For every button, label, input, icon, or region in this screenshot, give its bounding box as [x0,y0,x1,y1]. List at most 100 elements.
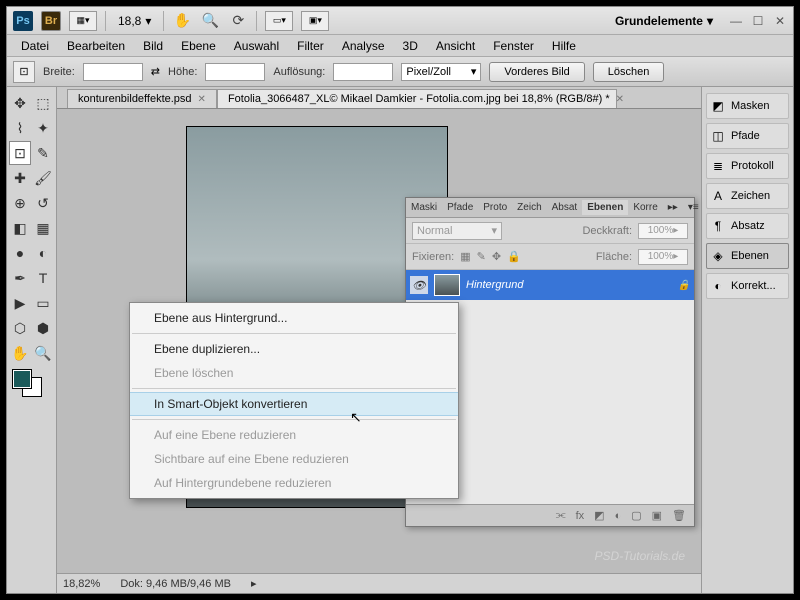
dodge-tool[interactable]: ◐ [32,241,54,265]
resolution-input[interactable] [333,63,393,81]
panel-tab[interactable]: Maski [406,200,442,215]
zoom-display[interactable]: 18,8 ▾ [114,14,155,28]
status-zoom[interactable]: 18,82% [63,578,100,590]
zoom-tool-icon[interactable]: 🔍 [200,11,220,31]
menu-fenster[interactable]: Fenster [485,37,542,55]
label-width: Breite: [43,66,75,78]
close-icon[interactable]: ✕ [198,94,206,105]
new-layer-icon[interactable]: ▣ [652,509,662,522]
crop-tool-icon[interactable]: ⊡ [13,61,35,83]
dock-pfade[interactable]: ◫Pfade [706,123,789,149]
width-input[interactable] [83,63,143,81]
hand-tool-icon[interactable]: ✋ [172,11,192,31]
fx-icon[interactable]: fx [576,510,585,522]
dock-zeichen[interactable]: AZeichen [706,183,789,209]
blend-mode-select[interactable]: Normal▾ [412,222,502,240]
menu-analyse[interactable]: Analyse [334,37,393,55]
lock-pixel-icon[interactable]: ✎ [477,250,486,263]
lock-all-icon[interactable]: 🔒 [507,250,521,263]
doc-tab-1[interactable]: konturenbildeffekte.psd✕ [67,89,217,108]
path-select-tool[interactable]: ▶ [9,291,31,315]
close-button[interactable]: ✕ [773,14,787,28]
maximize-button[interactable]: ☐ [751,14,765,28]
panel-tab[interactable]: Zeich [512,200,546,215]
panel-tab-ebenen[interactable]: Ebenen [582,200,628,215]
dock-absatz[interactable]: ¶Absatz [706,213,789,239]
menu-hilfe[interactable]: Hilfe [544,37,584,55]
layer-thumbnail[interactable] [434,274,460,296]
clear-button[interactable]: Löschen [593,62,665,82]
bridge-logo-icon[interactable]: Br [41,11,61,31]
blur-tool[interactable]: ● [9,241,31,265]
color-swatch[interactable] [9,370,54,400]
menu-filter[interactable]: Filter [289,37,332,55]
para-icon: ¶ [711,219,725,233]
screenmode-dropdown[interactable]: ▣▾ [301,11,329,31]
pen-tool[interactable]: ✒ [9,266,31,290]
heal-tool[interactable]: ✚ [9,166,31,190]
menu-datei[interactable]: Datei [13,37,57,55]
ctx-convert-smartobject[interactable]: In Smart-Objekt konvertieren [130,392,458,416]
dock-masken[interactable]: ◩Masken [706,93,789,119]
minimize-button[interactable]: — [729,14,743,28]
close-icon[interactable]: ✕ [616,94,624,105]
history-icon: ≣ [711,159,725,173]
opacity-input[interactable]: 100% ▸ [638,223,688,239]
ctx-layer-from-bg[interactable]: Ebene aus Hintergrund... [130,306,458,330]
swap-icon[interactable]: ⇄ [151,65,160,78]
lock-pos-icon[interactable]: ✥ [492,250,501,263]
trash-icon[interactable]: 🗑 [672,509,686,522]
dock-korrekt[interactable]: ◐Korrekt... [706,273,789,299]
mask-icon[interactable]: ◩ [594,509,604,522]
move-tool[interactable]: ✥ [9,91,31,115]
crop-tool[interactable]: ⊡ [9,141,31,165]
ctx-duplicate-layer[interactable]: Ebene duplizieren... [130,337,458,361]
zoom-tool[interactable]: 🔍 [32,341,54,365]
fill-input[interactable]: 100% ▸ [638,249,688,265]
group-icon[interactable]: ▢ [631,509,641,522]
menu-bild[interactable]: Bild [135,37,171,55]
dock-ebenen[interactable]: ◈Ebenen [706,243,789,269]
panel-tab[interactable]: Pfade [442,200,478,215]
doc-tab-2[interactable]: Fotolia_3066487_XL© Mikael Damkier - Fot… [217,89,617,108]
dock-protokoll[interactable]: ≣Protokoll [706,153,789,179]
rotate-view-icon[interactable]: ⟳ [228,11,248,31]
shape-tool[interactable]: ▭ [32,291,54,315]
layout-dropdown[interactable]: ▦▾ [69,11,97,31]
panel-tab[interactable]: Proto [478,200,512,215]
menubar: Datei Bearbeiten Bild Ebene Auswahl Filt… [7,35,793,57]
lasso-tool[interactable]: ⌇ [9,116,31,140]
history-brush-tool[interactable]: ↺ [32,191,54,215]
unit-select[interactable]: Pixel/Zoll▾ [401,63,481,81]
eyedropper-tool[interactable]: ✎ [32,141,54,165]
front-image-button[interactable]: Vorderes Bild [489,62,584,82]
panel-tab[interactable]: Korre [628,200,662,215]
eraser-tool[interactable]: ◧ [9,216,31,240]
3d-tool[interactable]: ⬡ [9,316,31,340]
arrange-dropdown[interactable]: ▭▾ [265,11,293,31]
panel-menu-icon[interactable]: ▾≡ [683,200,704,215]
layer-name[interactable]: Hintergrund [466,279,523,291]
lock-trans-icon[interactable]: ▦ [460,250,470,263]
visibility-icon[interactable]: 👁 [410,276,428,294]
gradient-tool[interactable]: ▦ [32,216,54,240]
hand-tool[interactable]: ✋ [9,341,31,365]
menu-bearbeiten[interactable]: Bearbeiten [59,37,133,55]
stamp-tool[interactable]: ⊕ [9,191,31,215]
menu-ansicht[interactable]: Ansicht [428,37,483,55]
wand-tool[interactable]: ✦ [32,116,54,140]
menu-3d[interactable]: 3D [395,37,426,55]
panel-scroll-icon[interactable]: ▸▸ [663,200,683,215]
menu-auswahl[interactable]: Auswahl [226,37,287,55]
3d-camera-tool[interactable]: ⬢ [32,316,54,340]
layer-row-background[interactable]: 👁 Hintergrund 🔒 [406,270,694,300]
panel-tab[interactable]: Absat [547,200,583,215]
marquee-tool[interactable]: ⬚ [32,91,54,115]
height-input[interactable] [205,63,265,81]
brush-tool[interactable]: 🖌 [32,166,54,190]
link-icon[interactable]: ⫘ [556,509,566,522]
type-tool[interactable]: T [32,266,54,290]
adjust-layer-icon[interactable]: ◐ [615,510,622,522]
workspace-selector[interactable]: Grundelemente ▾ [607,14,721,28]
menu-ebene[interactable]: Ebene [173,37,224,55]
